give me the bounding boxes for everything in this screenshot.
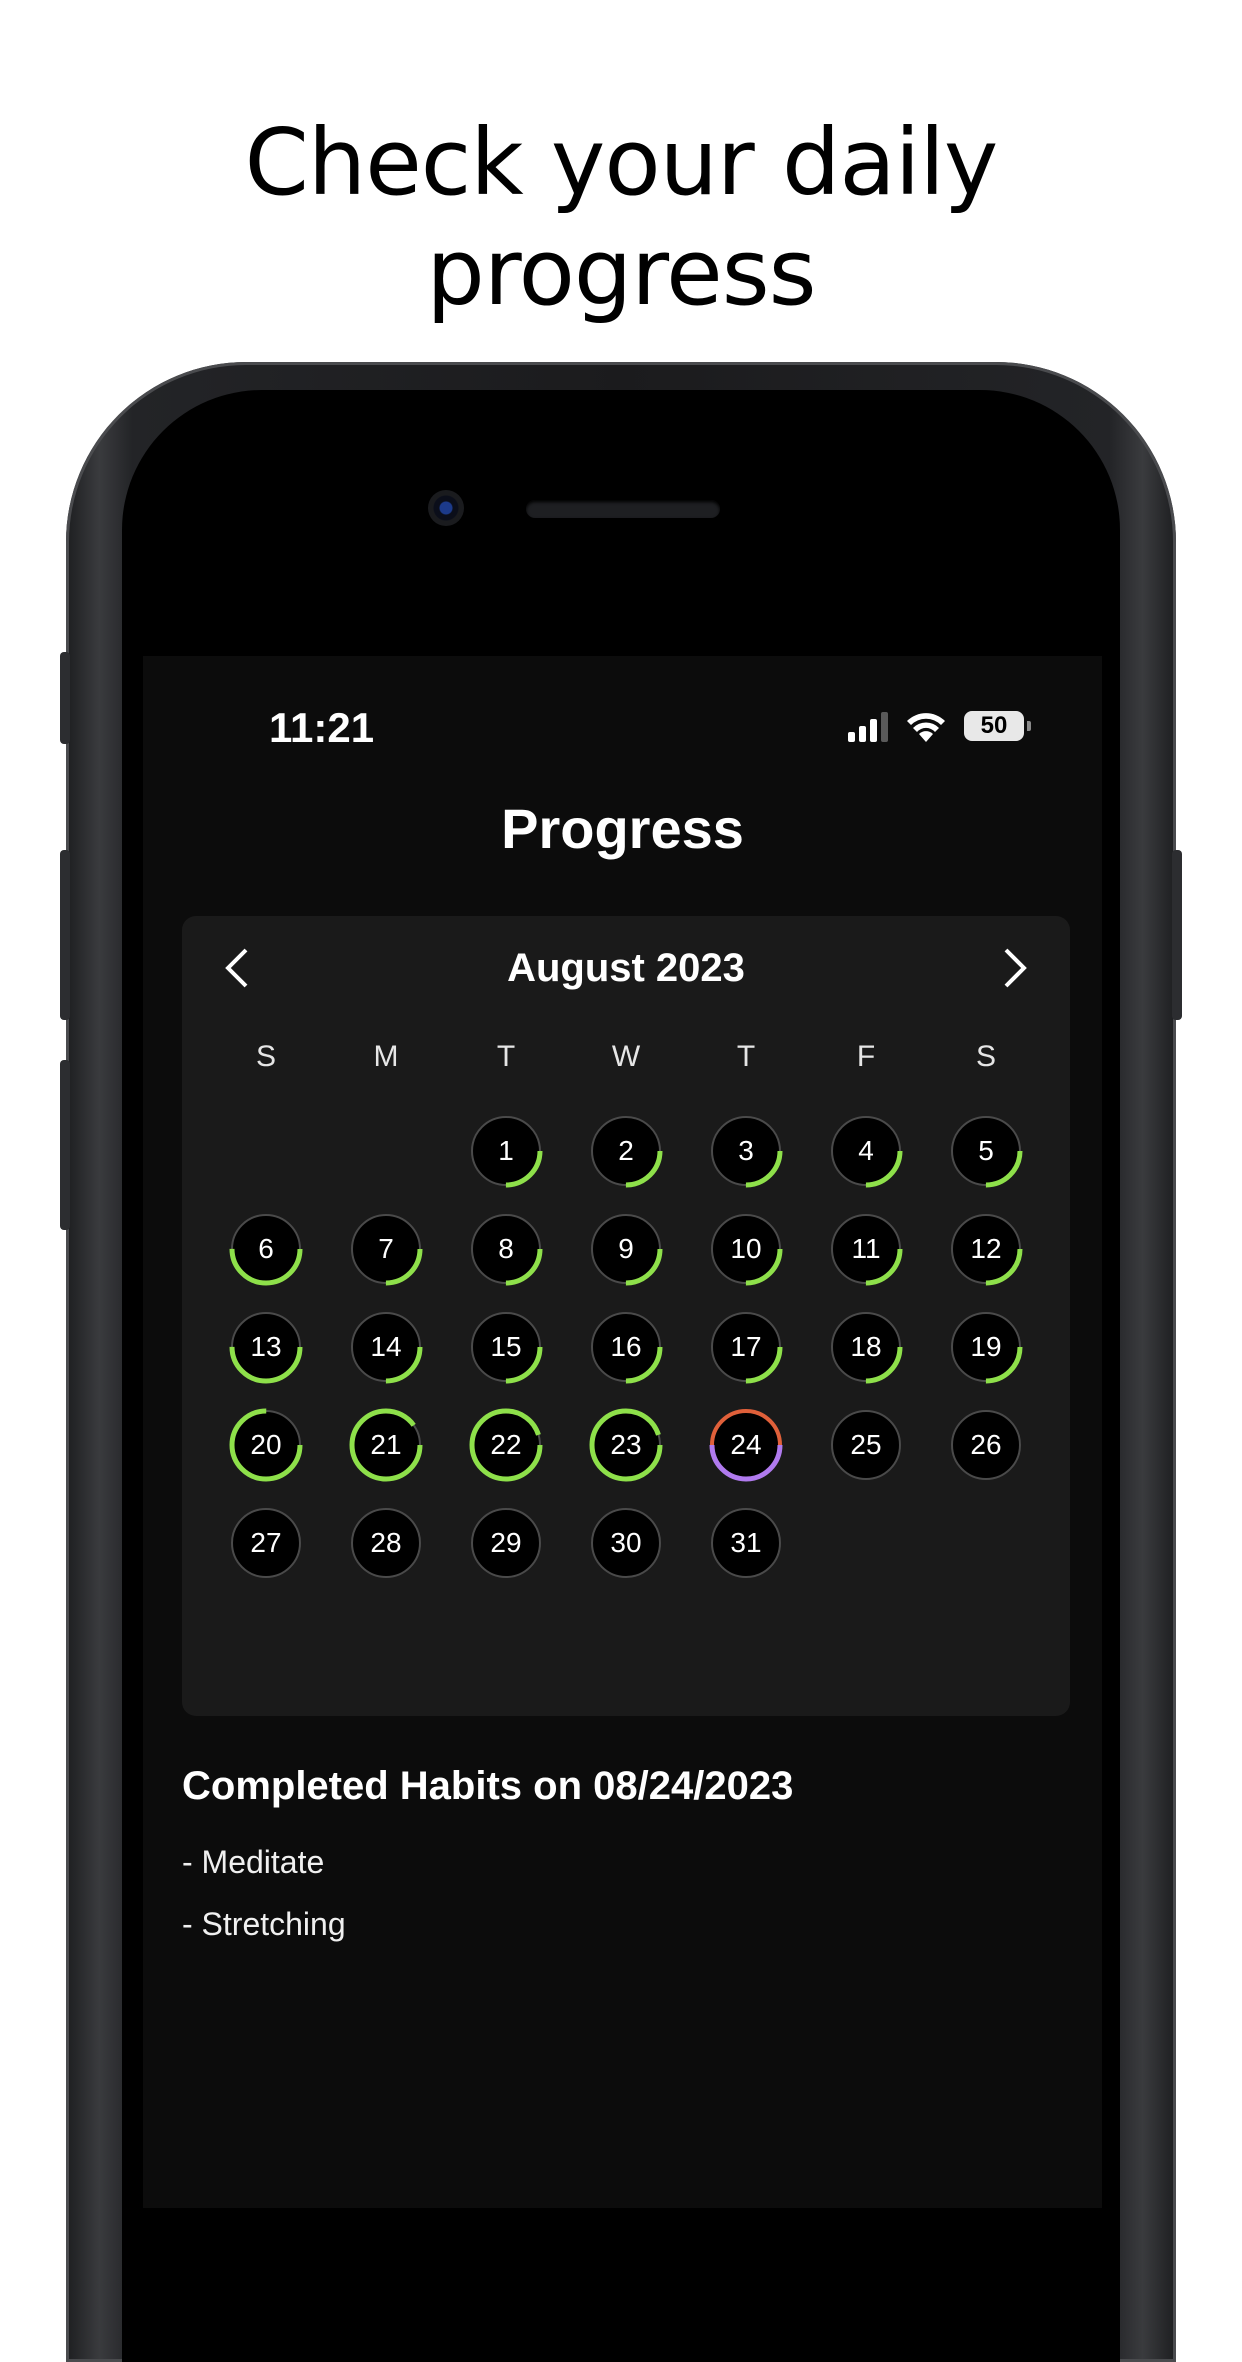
day-number: 20	[250, 1429, 282, 1460]
calendar-day[interactable]: 2	[588, 1113, 664, 1189]
day-number: 24	[730, 1429, 762, 1460]
day-number: 12	[970, 1233, 1002, 1264]
mute-switch	[60, 652, 70, 744]
day-number: 7	[378, 1233, 394, 1264]
headline-line-2: progress	[426, 219, 816, 326]
earpiece-speaker	[526, 500, 720, 518]
day-number: 8	[498, 1233, 514, 1264]
day-number: 2	[618, 1135, 634, 1166]
calendar-day[interactable]: 11	[828, 1211, 904, 1287]
calendar-day[interactable]: 3	[708, 1113, 784, 1189]
habit-item-meditate: - Meditate	[182, 1844, 325, 1880]
day-number: 21	[370, 1429, 402, 1460]
weekday-label: S	[255, 1040, 276, 1073]
calendar-day[interactable]: 10	[708, 1211, 784, 1287]
day-number: 5	[978, 1135, 994, 1166]
calendar-day[interactable]: 17	[708, 1309, 784, 1385]
calendar-day[interactable]: 13	[228, 1309, 304, 1385]
day-number: 1	[498, 1135, 514, 1166]
app-screen: 11:21 50 Progress August 2023 S M T W T F S 1 …	[143, 656, 1102, 2208]
day-number: 9	[618, 1233, 634, 1264]
month-title: August 2023	[507, 946, 745, 990]
day-number: 17	[730, 1331, 762, 1362]
day-number: 3	[738, 1135, 754, 1166]
calendar: August 2023 SMTWTFS 1 2 3 4 5 6 7 8 9 10 11 12 13 14 1…	[182, 916, 1070, 1716]
status-time: 11:21	[269, 704, 375, 751]
calendar-day[interactable]: 30	[588, 1505, 664, 1581]
calendar-day[interactable]: 29	[468, 1505, 544, 1581]
weekday-label: F	[856, 1040, 876, 1073]
calendar-day[interactable]: 19	[948, 1309, 1024, 1385]
day-number: 19	[970, 1331, 1002, 1362]
headline: Check your daily progress	[0, 108, 1242, 328]
day-number: 15	[490, 1331, 522, 1362]
calendar-day[interactable]: 22	[468, 1407, 544, 1483]
calendar-day[interactable]: 1	[468, 1113, 544, 1189]
day-number: 28	[370, 1527, 402, 1558]
calendar-day[interactable]: 5	[948, 1113, 1024, 1189]
cellular-signal-icon	[848, 710, 888, 742]
calendar-day[interactable]: 4	[828, 1113, 904, 1189]
calendar-day[interactable]: 27	[228, 1505, 304, 1581]
day-number: 10	[730, 1233, 762, 1264]
calendar-day-selected[interactable]: 24	[708, 1407, 784, 1483]
calendar-day[interactable]: 21	[348, 1407, 424, 1483]
calendar-day[interactable]: 9	[588, 1211, 664, 1287]
calendar-day[interactable]: 15	[468, 1309, 544, 1385]
day-number: 4	[858, 1135, 874, 1166]
weekday-label: T	[496, 1040, 516, 1073]
day-number: 11	[851, 1233, 881, 1264]
front-camera	[428, 490, 464, 526]
headline-line-1: Check your daily	[244, 109, 999, 216]
next-month-button[interactable]	[984, 938, 1044, 998]
day-number: 16	[610, 1331, 642, 1362]
calendar-day[interactable]: 18	[828, 1309, 904, 1385]
status-icons: 50	[848, 706, 1031, 746]
day-number: 30	[610, 1527, 642, 1558]
wifi-icon	[907, 713, 945, 742]
day-number: 25	[850, 1429, 882, 1460]
weekday-label: S	[975, 1040, 996, 1073]
day-number: 18	[850, 1331, 882, 1362]
day-number: 27	[250, 1527, 282, 1558]
calendar-day[interactable]: 25	[828, 1407, 904, 1483]
chevron-right-icon	[1004, 948, 1027, 988]
calendar-day[interactable]: 28	[348, 1505, 424, 1581]
day-number: 13	[250, 1331, 282, 1362]
weekday-label: W	[611, 1040, 641, 1073]
volume-up-button	[60, 850, 70, 1020]
calendar-day[interactable]: 23	[588, 1407, 664, 1483]
weekday-label: T	[736, 1040, 756, 1073]
calendar-day[interactable]: 7	[348, 1211, 424, 1287]
calendar-day[interactable]: 12	[948, 1211, 1024, 1287]
power-button	[1172, 850, 1182, 1020]
day-number: 29	[490, 1527, 522, 1558]
page-title: Progress	[501, 797, 744, 860]
calendar-day[interactable]: 6	[228, 1211, 304, 1287]
day-number: 6	[258, 1233, 274, 1264]
calendar-day[interactable]: 16	[588, 1309, 664, 1385]
day-number: 23	[610, 1429, 642, 1460]
volume-down-button	[60, 1060, 70, 1230]
calendar-day[interactable]: 14	[348, 1309, 424, 1385]
weekday-label: M	[373, 1040, 399, 1073]
calendar-day[interactable]: 20	[228, 1407, 304, 1483]
battery-icon: 50	[964, 711, 1031, 741]
day-number: 26	[970, 1429, 1002, 1460]
calendar-day[interactable]: 8	[468, 1211, 544, 1287]
completed-habits-title: Completed Habits on 08/24/2023	[182, 1764, 794, 1808]
calendar-day[interactable]: 31	[708, 1505, 784, 1581]
day-number: 22	[490, 1429, 522, 1460]
habit-item-stretching: - Stretching	[182, 1906, 346, 1942]
day-number: 14	[370, 1331, 402, 1362]
day-number: 31	[730, 1527, 762, 1558]
calendar-day[interactable]: 26	[948, 1407, 1024, 1483]
